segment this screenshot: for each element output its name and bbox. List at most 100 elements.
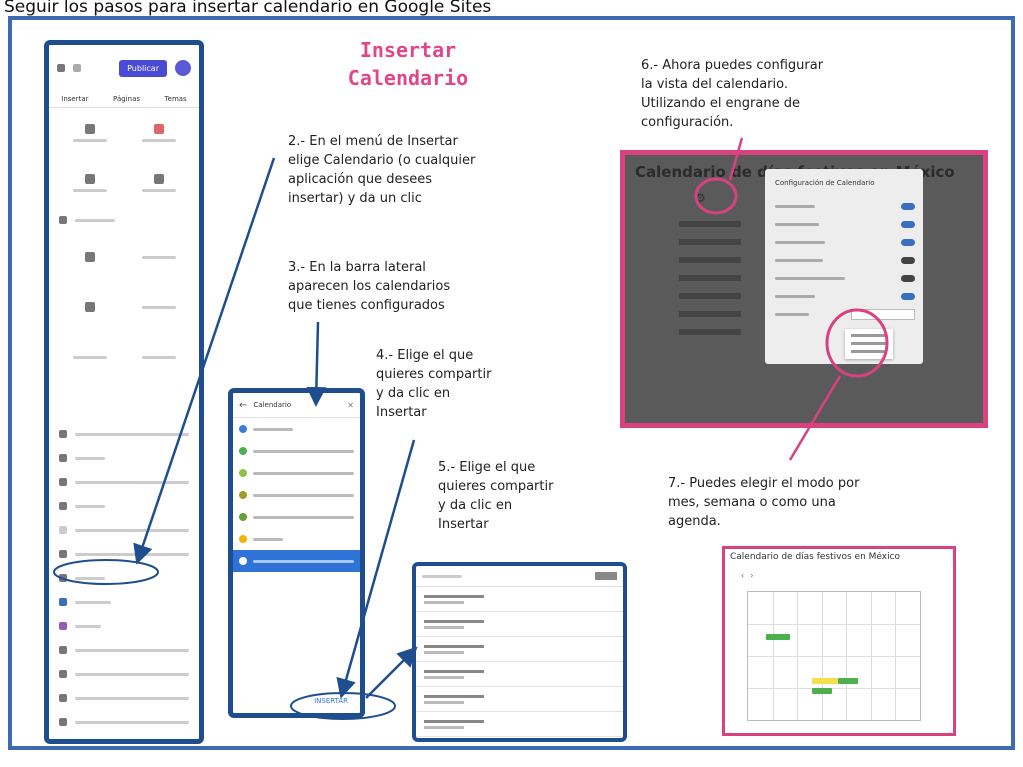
calendar-item-selected[interactable] (233, 550, 360, 572)
placeholder-icon (59, 550, 67, 558)
dark-row (679, 221, 741, 227)
calendar-item[interactable] (233, 528, 360, 550)
publish-button[interactable]: Publicar (119, 59, 167, 77)
agenda-row (416, 612, 623, 637)
toggle-switch[interactable] (901, 202, 915, 210)
sidebar-item-calendar[interactable] (49, 590, 199, 614)
calendar-icon (59, 598, 67, 606)
calendar-event[interactable] (812, 688, 832, 694)
insert-tile[interactable] (65, 116, 115, 150)
sidebar-item[interactable] (49, 614, 199, 638)
calendar-name (253, 427, 293, 431)
menu-item-agenda[interactable] (851, 350, 887, 353)
tab-paginas[interactable]: Páginas (113, 95, 140, 103)
close-icon[interactable]: ✕ (347, 401, 354, 410)
agenda-date (424, 594, 484, 598)
layout-tile[interactable] (134, 290, 184, 324)
calendar-list-screenshot: ← Calendario ✕ INSERTAR (228, 388, 365, 718)
step-3-line: 3.- En la barra lateral (288, 260, 426, 275)
calendar-item[interactable] (233, 462, 360, 484)
view-selector[interactable] (595, 572, 617, 580)
item-label (75, 456, 105, 460)
sidebar-item[interactable] (49, 470, 199, 494)
title-line-1: Insertar (359, 38, 457, 62)
avatar[interactable] (175, 60, 191, 76)
menu-item-month[interactable] (851, 334, 887, 337)
calendar-icon (239, 447, 247, 455)
calendar-item[interactable] (233, 440, 360, 462)
sidebar-item[interactable] (49, 638, 199, 662)
collapsible-icon (59, 430, 67, 438)
sidebar-item[interactable] (49, 446, 199, 470)
toggle-switch[interactable] (901, 274, 915, 282)
sidebar-item[interactable] (49, 494, 199, 518)
back-arrow-icon[interactable]: ← (239, 400, 247, 411)
dark-row (679, 311, 741, 317)
image-icon (153, 124, 164, 134)
menu-item-week[interactable] (851, 342, 887, 345)
step-5-line: Insertar (438, 517, 489, 532)
undo-icon[interactable] (57, 64, 65, 72)
view-mode-select[interactable] (851, 308, 915, 320)
calendar-panel-title: Calendario (253, 401, 292, 409)
sidebar-item[interactable] (49, 518, 199, 542)
sidebar-item[interactable] (49, 686, 199, 710)
insert-tile[interactable] (134, 116, 184, 150)
button-icon (59, 502, 67, 510)
layout-tile[interactable] (65, 340, 115, 374)
agenda-date (424, 694, 484, 698)
toggle-switch[interactable] (901, 256, 915, 264)
calendar-item[interactable] (233, 484, 360, 506)
grid-line (748, 624, 920, 625)
item-label (75, 672, 189, 676)
youtube-icon (59, 574, 67, 582)
setting-label (775, 312, 809, 316)
sidebar-item[interactable] (49, 566, 199, 590)
sidebar-item[interactable] (49, 662, 199, 686)
sidebar-screenshot: Publicar Insertar Páginas Temas (44, 40, 204, 744)
step-2-line: insertar) y da un clic (288, 191, 422, 206)
sidebar-item[interactable] (49, 542, 199, 566)
layout-line (141, 305, 176, 309)
layout-tile[interactable] (65, 290, 115, 324)
grid-line (870, 592, 872, 720)
sidebar-item[interactable] (49, 208, 199, 232)
tab-insertar[interactable]: Insertar (61, 95, 88, 103)
layout-tile[interactable] (65, 240, 115, 274)
layout-tile[interactable] (134, 240, 184, 274)
layout-tile[interactable] (134, 340, 184, 374)
calendar-event[interactable] (766, 634, 790, 640)
calendar-icon (239, 469, 247, 477)
calendar-item[interactable] (233, 506, 360, 528)
insert-tile[interactable] (134, 166, 184, 200)
redo-icon[interactable] (73, 64, 81, 72)
sidebar-item[interactable] (49, 422, 199, 446)
step-4-line: quieres compartir (376, 367, 492, 382)
toggle-switch[interactable] (901, 292, 915, 300)
toggle-switch[interactable] (901, 238, 915, 246)
layout-tiles-row-3 (49, 332, 199, 382)
step-4-line: Insertar (376, 405, 427, 420)
grid-line (846, 592, 848, 720)
map-icon (59, 622, 67, 630)
sidebar-item[interactable] (49, 734, 199, 739)
gear-icon[interactable]: ⚙ (695, 191, 706, 205)
toggle-switch[interactable] (901, 220, 915, 228)
calendar-event[interactable] (812, 678, 838, 684)
insert-tile[interactable] (65, 166, 115, 200)
step-2-line: 2.- En el menú de Insertar (288, 134, 458, 149)
toc-icon (59, 454, 67, 462)
sidebar-item[interactable] (49, 710, 199, 734)
tab-temas[interactable]: Temas (165, 95, 187, 103)
dark-row (679, 239, 741, 245)
item-label (75, 528, 189, 532)
layout-line (72, 355, 107, 359)
prev-arrow-icon[interactable]: ‹ (741, 571, 744, 580)
step-7-line: mes, semana o como una (668, 495, 836, 510)
calendar-item[interactable] (233, 418, 360, 440)
agenda-date (424, 719, 484, 723)
next-arrow-icon[interactable]: › (750, 571, 753, 580)
insert-button[interactable]: INSERTAR (314, 697, 348, 705)
calendar-event[interactable] (838, 678, 858, 684)
setting-row (775, 255, 915, 265)
